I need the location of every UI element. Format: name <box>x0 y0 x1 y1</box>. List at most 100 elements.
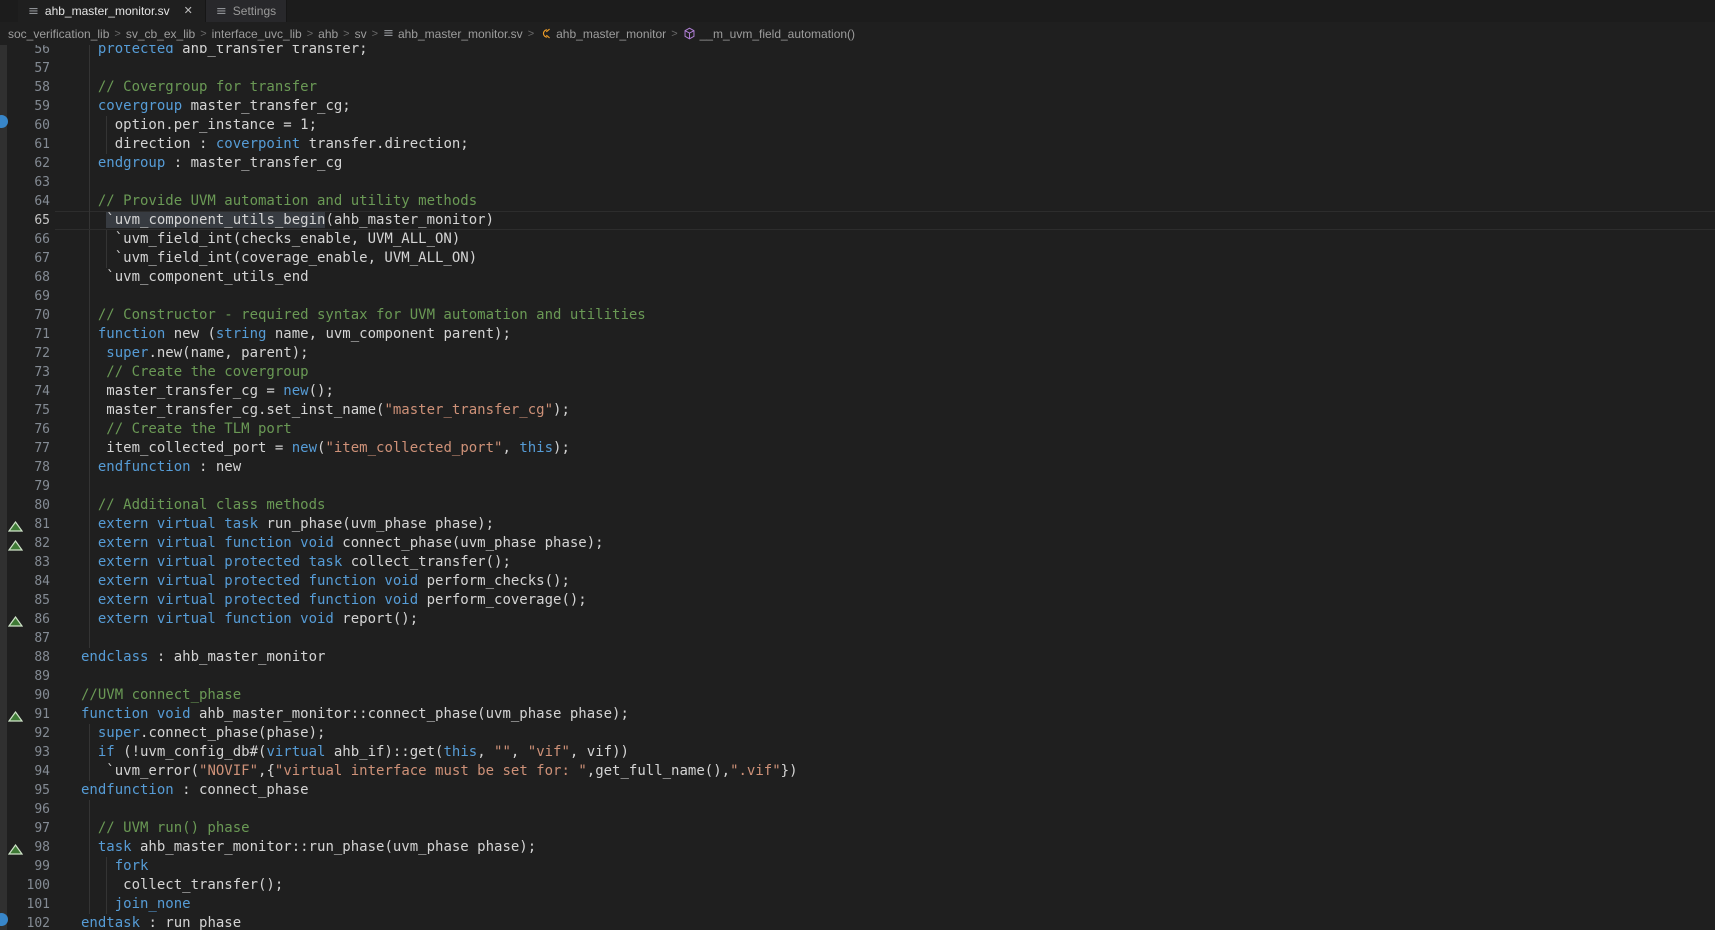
line-number[interactable]: 88 <box>0 648 50 667</box>
code-line-97[interactable]: 97 // UVM run() phase <box>0 819 1715 838</box>
line-number[interactable]: 83 <box>0 553 50 572</box>
line-number[interactable]: 97 <box>0 819 50 838</box>
line-number[interactable]: 84 <box>0 572 50 591</box>
code-line-102[interactable]: 102endtask : run_phase <box>0 914 1715 930</box>
line-number[interactable]: 56 <box>0 45 50 59</box>
code-line-59[interactable]: 59 covergroup master_transfer_cg; <box>0 97 1715 116</box>
code-line-96[interactable]: 96 <box>0 800 1715 819</box>
code-line-87[interactable]: 87 <box>0 629 1715 648</box>
code-line-63[interactable]: 63 <box>0 173 1715 192</box>
code-line-83[interactable]: 83 extern virtual protected task collect… <box>0 553 1715 572</box>
code-line-92[interactable]: 92 super.connect_phase(phase); <box>0 724 1715 743</box>
line-number[interactable]: 93 <box>0 743 50 762</box>
line-number[interactable]: 101 <box>0 895 50 914</box>
line-number[interactable]: 76 <box>0 420 50 439</box>
breadcrumb-item--m-uvm-field-automation-[interactable]: __m_uvm_field_automation() <box>683 27 855 41</box>
line-number[interactable]: 69 <box>0 287 50 306</box>
code-line-90[interactable]: 90//UVM connect_phase <box>0 686 1715 705</box>
gutter-delta-icon[interactable] <box>8 519 23 530</box>
code-line-69[interactable]: 69 <box>0 287 1715 306</box>
line-number[interactable]: 61 <box>0 135 50 154</box>
code-line-71[interactable]: 71 function new (string name, uvm_compon… <box>0 325 1715 344</box>
code-line-84[interactable]: 84 extern virtual protected function voi… <box>0 572 1715 591</box>
tab-ahb-master-monitor-sv[interactable]: ≡ahb_master_monitor.sv✕ <box>18 0 205 22</box>
line-number[interactable]: 73 <box>0 363 50 382</box>
code-line-66[interactable]: 66 `uvm_field_int(checks_enable, UVM_ALL… <box>0 230 1715 249</box>
line-number[interactable]: 87 <box>0 629 50 648</box>
line-number[interactable]: 85 <box>0 591 50 610</box>
breadcrumb-item-soc-verification-lib[interactable]: soc_verification_lib <box>8 27 109 41</box>
code-line-98[interactable]: 98 task ahb_master_monitor::run_phase(uv… <box>0 838 1715 857</box>
code-line-89[interactable]: 89 <box>0 667 1715 686</box>
code-line-73[interactable]: 73 // Create the covergroup <box>0 363 1715 382</box>
breadcrumb-item-ahb[interactable]: ahb <box>318 27 338 41</box>
code-line-75[interactable]: 75 master_transfer_cg.set_inst_name("mas… <box>0 401 1715 420</box>
code-line-99[interactable]: 99 fork <box>0 857 1715 876</box>
gutter-delta-icon[interactable] <box>8 538 23 549</box>
line-number[interactable]: 74 <box>0 382 50 401</box>
line-number[interactable]: 57 <box>0 59 50 78</box>
code-line-85[interactable]: 85 extern virtual protected function voi… <box>0 591 1715 610</box>
code-line-56[interactable]: 56 protected ahb_transfer transfer; <box>0 45 1715 59</box>
breadcrumb-item-sv[interactable]: sv <box>355 27 367 41</box>
line-number[interactable]: 66 <box>0 230 50 249</box>
line-number[interactable]: 71 <box>0 325 50 344</box>
line-number[interactable]: 78 <box>0 458 50 477</box>
code-line-65[interactable]: 65 `uvm_component_utils_begin(ahb_master… <box>0 211 1715 230</box>
line-number[interactable]: 79 <box>0 477 50 496</box>
line-number[interactable]: 68 <box>0 268 50 287</box>
code-line-91[interactable]: 91function void ahb_master_monitor::conn… <box>0 705 1715 724</box>
line-number[interactable]: 59 <box>0 97 50 116</box>
breadcrumb-item-ahb-master-monitor[interactable]: ahb_master_monitor <box>539 27 666 41</box>
code-line-95[interactable]: 95endfunction : connect_phase <box>0 781 1715 800</box>
code-line-94[interactable]: 94 `uvm_error("NOVIF",{"virtual interfac… <box>0 762 1715 781</box>
close-icon[interactable]: ✕ <box>182 5 195 18</box>
code-line-64[interactable]: 64 // Provide UVM automation and utility… <box>0 192 1715 211</box>
code-line-61[interactable]: 61 direction : coverpoint transfer.direc… <box>0 135 1715 154</box>
line-number[interactable]: 75 <box>0 401 50 420</box>
line-number[interactable]: 77 <box>0 439 50 458</box>
line-number[interactable]: 95 <box>0 781 50 800</box>
gutter-delta-icon[interactable] <box>8 842 23 853</box>
code-line-76[interactable]: 76 // Create the TLM port <box>0 420 1715 439</box>
line-number[interactable]: 58 <box>0 78 50 97</box>
tab-settings[interactable]: ≡Settings <box>205 0 287 22</box>
code-editor[interactable]: 56 protected ahb_transfer transfer;5758 … <box>0 45 1715 930</box>
code-line-81[interactable]: 81 extern virtual task run_phase(uvm_pha… <box>0 515 1715 534</box>
code-line-70[interactable]: 70 // Constructor - required syntax for … <box>0 306 1715 325</box>
line-number[interactable]: 89 <box>0 667 50 686</box>
code-line-79[interactable]: 79 <box>0 477 1715 496</box>
breadcrumb-item-sv-cb-ex-lib[interactable]: sv_cb_ex_lib <box>126 27 195 41</box>
code-line-93[interactable]: 93 if (!uvm_config_db#(virtual ahb_if)::… <box>0 743 1715 762</box>
code-line-68[interactable]: 68 `uvm_component_utils_end <box>0 268 1715 287</box>
line-number[interactable]: 64 <box>0 192 50 211</box>
line-number[interactable]: 62 <box>0 154 50 173</box>
line-number[interactable]: 67 <box>0 249 50 268</box>
line-number[interactable]: 99 <box>0 857 50 876</box>
code-line-82[interactable]: 82 extern virtual function void connect_… <box>0 534 1715 553</box>
line-number[interactable]: 70 <box>0 306 50 325</box>
breadcrumb-item-interface-uvc-lib[interactable]: interface_uvc_lib <box>212 27 302 41</box>
code-line-101[interactable]: 101 join_none <box>0 895 1715 914</box>
line-number[interactable]: 65 <box>0 211 50 230</box>
line-number[interactable]: 100 <box>0 876 50 895</box>
gutter-delta-icon[interactable] <box>8 614 23 625</box>
line-number[interactable]: 94 <box>0 762 50 781</box>
code-line-60[interactable]: 60 option.per_instance = 1; <box>0 116 1715 135</box>
code-line-78[interactable]: 78 endfunction : new <box>0 458 1715 477</box>
gutter-delta-icon[interactable] <box>8 709 23 720</box>
code-line-86[interactable]: 86 extern virtual function void report()… <box>0 610 1715 629</box>
line-number[interactable]: 80 <box>0 496 50 515</box>
line-number[interactable]: 96 <box>0 800 50 819</box>
code-line-62[interactable]: 62 endgroup : master_transfer_cg <box>0 154 1715 173</box>
code-line-88[interactable]: 88endclass : ahb_master_monitor <box>0 648 1715 667</box>
code-line-100[interactable]: 100 collect_transfer(); <box>0 876 1715 895</box>
line-number[interactable]: 63 <box>0 173 50 192</box>
code-line-67[interactable]: 67 `uvm_field_int(coverage_enable, UVM_A… <box>0 249 1715 268</box>
line-number[interactable]: 72 <box>0 344 50 363</box>
line-number[interactable]: 92 <box>0 724 50 743</box>
code-line-74[interactable]: 74 master_transfer_cg = new(); <box>0 382 1715 401</box>
breadcrumb-item-ahb-master-monitor-sv[interactable]: ≡ahb_master_monitor.sv <box>383 27 523 41</box>
line-number[interactable]: 90 <box>0 686 50 705</box>
code-line-80[interactable]: 80 // Additional class methods <box>0 496 1715 515</box>
